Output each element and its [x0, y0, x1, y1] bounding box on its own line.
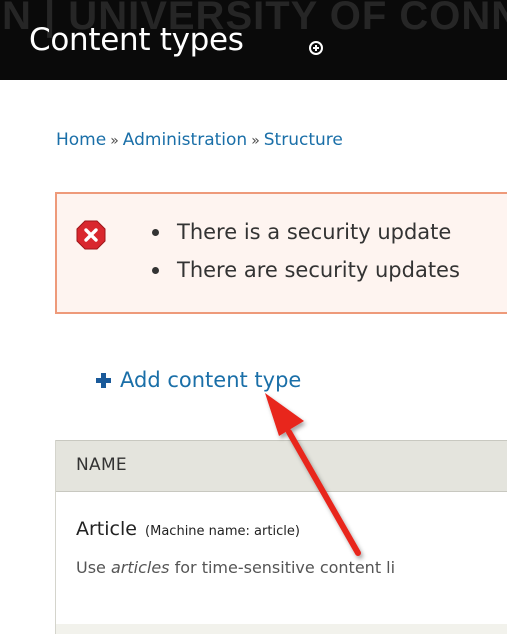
breadcrumb-separator: » [110, 133, 119, 149]
content-type-machine-name: (Machine name: article) [145, 524, 300, 539]
page: N | UNIVERSITY OF CONN Content types Hom… [0, 0, 507, 634]
table-row: Article (Machine name: article) Use arti… [56, 492, 507, 632]
description-prefix: Use [76, 558, 111, 577]
breadcrumb-structure[interactable]: Structure [264, 130, 343, 150]
add-content-type-label: Add content type [120, 368, 302, 392]
plus-icon [96, 372, 111, 388]
breadcrumb-administration[interactable]: Administration [123, 130, 247, 150]
column-header-name[interactable]: NAME [76, 455, 127, 475]
breadcrumb-home[interactable]: Home [56, 130, 106, 150]
description-emphasis: articles [110, 558, 170, 577]
add-content-type-link[interactable]: Add content type [96, 368, 301, 392]
error-message-list: There is a security update There are sec… [147, 217, 460, 293]
page-title: Content types [29, 22, 244, 58]
error-icon [76, 220, 106, 250]
add-circle-icon[interactable] [309, 41, 323, 55]
error-message-item: There are security updates [147, 255, 460, 293]
error-message-box: There is a security update There are sec… [55, 192, 507, 314]
content-type-name: Article [76, 518, 137, 540]
content-type-name-line: Article (Machine name: article) [76, 518, 300, 540]
content-type-description: Use articles for time-sensitive content … [76, 558, 395, 577]
description-suffix: for time-sensitive content li [169, 558, 396, 577]
table-header: NAME [56, 440, 507, 492]
site-header: N | UNIVERSITY OF CONN Content types [0, 0, 507, 80]
breadcrumb: Home» Administration» Structure [56, 130, 343, 150]
error-message-item: There is a security update [147, 217, 460, 255]
breadcrumb-separator: » [251, 133, 260, 149]
content-types-table: NAME Article (Machine name: article) Use… [55, 440, 507, 634]
table-next-row-strip [56, 624, 507, 634]
